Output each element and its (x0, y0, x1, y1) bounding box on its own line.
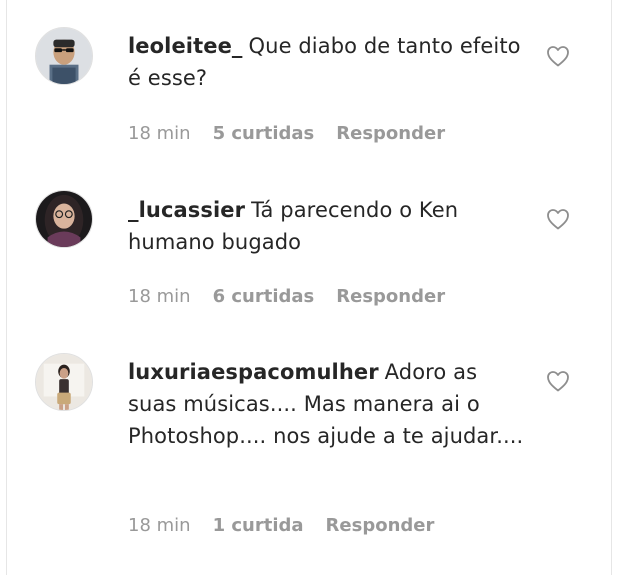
comment-meta: 18 min 6 curtidas Responder (128, 286, 445, 307)
user-avatar[interactable] (35, 353, 93, 411)
comment-likes[interactable]: 6 curtidas (213, 286, 315, 307)
comment-likes[interactable]: 5 curtidas (213, 123, 315, 144)
comment-username[interactable]: luxuriaespacomulher (128, 360, 379, 384)
comment-meta: 18 min 1 curtida Responder (128, 515, 434, 536)
comment-text: leoleitee_ Que diabo de tanto efeito é es… (128, 30, 528, 94)
reply-button[interactable]: Responder (336, 286, 445, 307)
user-avatar[interactable] (35, 190, 93, 248)
reply-button[interactable]: Responder (326, 515, 435, 536)
comment-time[interactable]: 18 min (128, 123, 191, 144)
reply-button[interactable]: Responder (336, 123, 445, 144)
comment-time[interactable]: 18 min (128, 515, 191, 536)
comment-username[interactable]: leoleitee_ (128, 34, 243, 58)
comment-text: _lucassier Tá parecendo o Ken humano buga… (128, 194, 528, 258)
heart-icon[interactable] (546, 370, 570, 392)
comment-likes[interactable]: 1 curtida (213, 515, 304, 536)
comment-username[interactable]: _lucassier (128, 198, 245, 222)
heart-icon[interactable] (546, 208, 570, 230)
comment-text: luxuriaespacomulher Adoro as suas músicas… (128, 356, 528, 452)
user-avatar[interactable] (35, 27, 93, 85)
comment-meta: 18 min 5 curtidas Responder (128, 123, 445, 144)
comment-time[interactable]: 18 min (128, 286, 191, 307)
heart-icon[interactable] (546, 45, 570, 67)
